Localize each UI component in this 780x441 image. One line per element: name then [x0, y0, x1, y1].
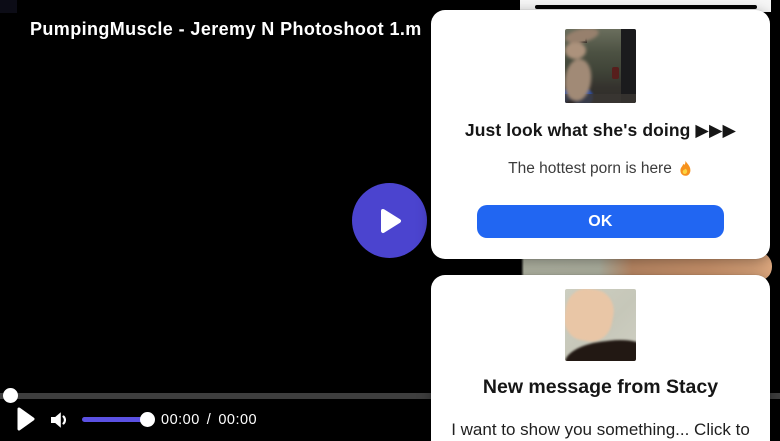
popup-message[interactable]: New message from Stacy I want to show yo…: [431, 275, 770, 441]
stacy-photo-thumbnail-icon[interactable]: [565, 289, 636, 361]
speaker-icon: [47, 407, 71, 433]
sidebar-divider-bar: [535, 5, 757, 9]
thumbnail-decor: [565, 289, 636, 361]
thumbnail-decor: [565, 57, 594, 103]
current-time: 00:00: [161, 412, 200, 428]
webcam-couple-thumbnail-icon[interactable]: [565, 29, 636, 103]
thumbnail-decor: [565, 42, 586, 59]
progress-thumb[interactable]: [3, 388, 18, 403]
popup-message-heading: New message from Stacy: [482, 376, 719, 398]
ok-button[interactable]: OK: [477, 205, 724, 238]
volume-slider[interactable]: [82, 412, 155, 427]
big-play-button[interactable]: [352, 183, 427, 258]
thumbnail-decor: [565, 289, 618, 345]
volume-thumb[interactable]: [140, 412, 155, 427]
time-display: 00:00 / 00:00: [161, 412, 257, 428]
duration-time: 00:00: [218, 412, 258, 428]
play-icon: [16, 405, 36, 433]
video-page: PumpingMuscle - Jeremy N Photoshoot 1.m: [0, 0, 780, 441]
volume-button[interactable]: [47, 407, 71, 433]
thumbnail-decor: [565, 29, 636, 103]
video-title: PumpingMuscle - Jeremy N Photoshoot 1.m: [30, 19, 422, 39]
popup-offer-heading: Just look what she's doing ▶▶▶: [464, 120, 737, 140]
play-button[interactable]: [16, 405, 36, 433]
popup-offer-subtext-label: The hottest porn is here: [508, 160, 672, 177]
thumbnail-decor: [565, 101, 576, 103]
time-separator: /: [206, 412, 212, 428]
popup-offer: Just look what she's doing ▶▶▶ The hotte…: [431, 10, 770, 259]
popup-message-body: I want to show you something... Click to: [451, 420, 750, 439]
thumbnail-decor: [565, 335, 636, 361]
play-icon: [376, 206, 404, 236]
fire-icon: [678, 160, 693, 178]
page-corner-artifact: [0, 0, 17, 13]
player-controls: 00:00 / 00:00: [0, 402, 430, 441]
popup-offer-subtext: The hottest porn is here: [431, 160, 770, 178]
